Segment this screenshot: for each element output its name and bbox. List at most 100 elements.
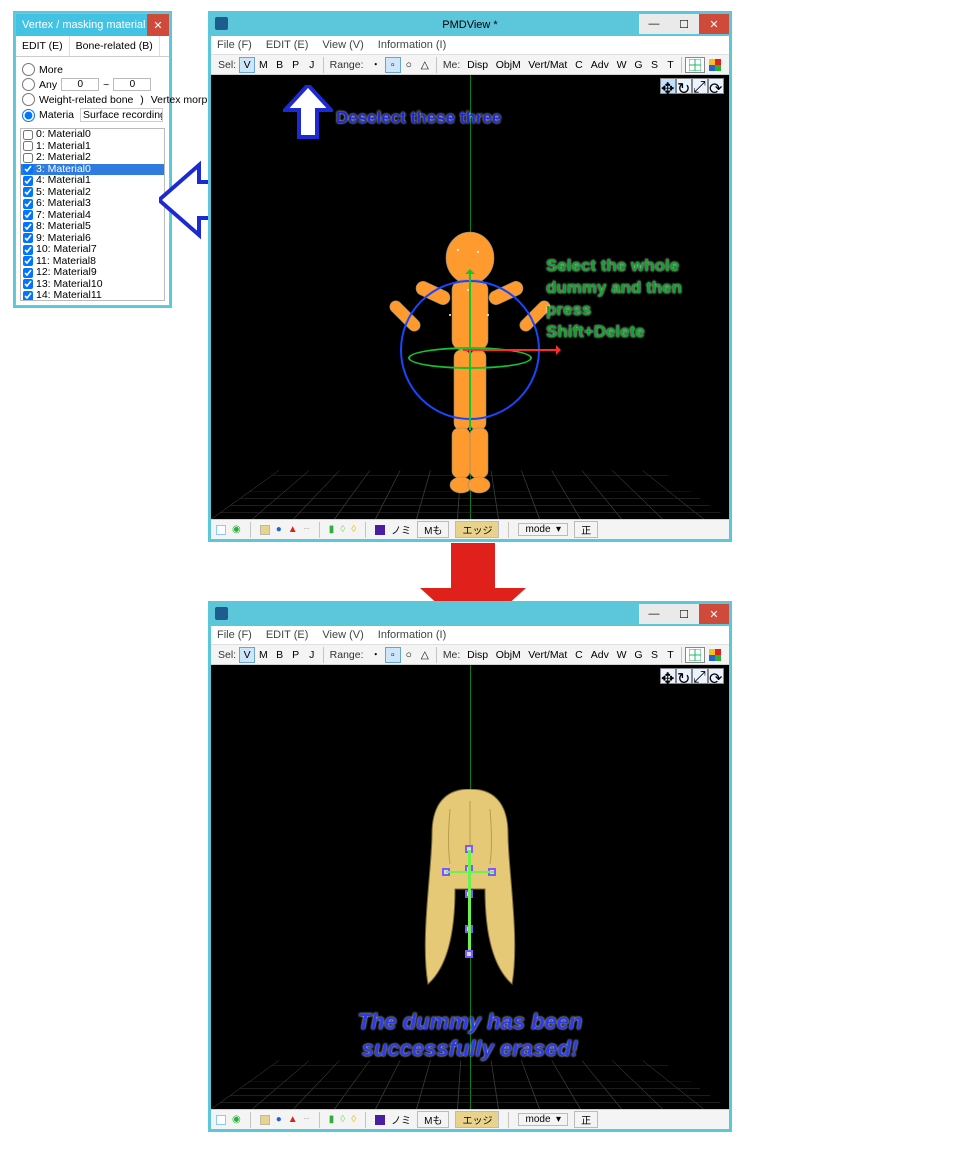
radio-more[interactable] bbox=[22, 63, 35, 76]
vertex-window-titlebar[interactable]: Vertex / masking material ✕ bbox=[16, 14, 169, 36]
minimize-button[interactable]: — bbox=[639, 14, 669, 34]
toolbar-range-1[interactable]: ▫ bbox=[385, 57, 401, 73]
pmdview-titlebar[interactable]: PMDView * — ☐ ✕ bbox=[211, 14, 729, 36]
status-wire-icon[interactable]: ┈ bbox=[304, 524, 310, 535]
menu-edit[interactable]: EDIT (E) bbox=[266, 39, 309, 51]
material-row[interactable]: 8: Material5 bbox=[21, 221, 164, 233]
pmdview-viewport-2[interactable]: ✥ ↻ ⤢ ⟳ The dumm bbox=[211, 665, 729, 1109]
status-tri-red[interactable]: ▲ bbox=[288, 524, 298, 535]
material-checkbox[interactable] bbox=[23, 176, 33, 186]
status-mode[interactable]: mode ▾ bbox=[518, 1113, 568, 1126]
menu-info-2[interactable]: Information (I) bbox=[378, 629, 446, 641]
status-edge[interactable]: エッジ bbox=[455, 1111, 499, 1128]
material-row[interactable]: 4: Material1 bbox=[21, 175, 164, 187]
material-row[interactable]: 10: Material7 bbox=[21, 244, 164, 256]
status-dot-blue[interactable]: ● bbox=[276, 1114, 282, 1125]
status-icon-1[interactable] bbox=[216, 525, 226, 535]
material-checkbox[interactable] bbox=[23, 141, 33, 151]
menu-info[interactable]: Information (I) bbox=[378, 39, 446, 51]
camera-move-icon[interactable]: ✥ bbox=[660, 78, 676, 94]
toolbar-sel-B[interactable]: B bbox=[272, 647, 288, 663]
material-checkbox[interactable] bbox=[23, 233, 33, 243]
material-row[interactable]: 12: Material9 bbox=[21, 267, 164, 279]
status-nomi[interactable]: ノミ bbox=[391, 1112, 411, 1127]
toolbar-color-icon[interactable] bbox=[705, 647, 725, 663]
toolbar-sel-J[interactable]: J bbox=[304, 57, 320, 73]
status-icon-2[interactable] bbox=[260, 525, 270, 535]
material-checkbox[interactable] bbox=[23, 210, 33, 220]
status-dot-blue[interactable]: ● bbox=[276, 524, 282, 535]
status-purple[interactable] bbox=[375, 1115, 385, 1125]
radio-any[interactable] bbox=[22, 78, 35, 91]
toolbar-group-Adv[interactable]: Adv bbox=[587, 647, 613, 663]
tab-edit[interactable]: EDIT (E) bbox=[16, 36, 70, 56]
status-dot-green[interactable]: ◉ bbox=[232, 524, 241, 535]
status-mode[interactable]: mode ▾ bbox=[518, 523, 568, 536]
camera-zoom-icon[interactable]: ⤢ bbox=[692, 78, 708, 94]
toolbar-group-Vert/Mat[interactable]: Vert/Mat bbox=[525, 647, 571, 663]
status-light-green[interactable]: ◊ bbox=[340, 1114, 345, 1125]
material-checkbox[interactable] bbox=[23, 222, 33, 232]
toolbar-sel-V[interactable]: V bbox=[239, 647, 255, 663]
material-checkbox[interactable] bbox=[23, 245, 33, 255]
menu-view-2[interactable]: View (V) bbox=[322, 629, 363, 641]
status-yellow[interactable]: ◊ bbox=[351, 1114, 356, 1125]
transform-gizmo[interactable] bbox=[400, 280, 540, 420]
status-square[interactable]: 正 bbox=[574, 521, 598, 538]
status-yellow[interactable]: ◊ bbox=[351, 524, 356, 535]
any-from-input[interactable] bbox=[61, 78, 99, 91]
menu-file[interactable]: File (F) bbox=[217, 39, 252, 51]
material-list[interactable]: 0: Material01: Material12: Material23: M… bbox=[20, 128, 165, 301]
status-tri-red[interactable]: ▲ bbox=[288, 1114, 298, 1125]
toolbar-sel-V[interactable]: V bbox=[239, 57, 255, 73]
toolbar-sel-P[interactable]: P bbox=[288, 647, 304, 663]
close-button[interactable]: ✕ bbox=[699, 14, 729, 34]
material-checkbox[interactable] bbox=[23, 153, 33, 163]
camera-reset-icon-2[interactable]: ⟳ bbox=[708, 668, 724, 684]
status-edge[interactable]: エッジ bbox=[455, 521, 499, 538]
material-checkbox[interactable] bbox=[23, 164, 33, 174]
material-checkbox[interactable] bbox=[23, 291, 33, 301]
toolbar-group-S[interactable]: S bbox=[646, 57, 662, 73]
status-purple[interactable] bbox=[375, 525, 385, 535]
camera-move-icon-2[interactable]: ✥ bbox=[660, 668, 676, 684]
toolbar-group-Vert/Mat[interactable]: Vert/Mat bbox=[525, 57, 571, 73]
menu-view[interactable]: View (V) bbox=[322, 39, 363, 51]
toolbar-group-Disp[interactable]: Disp bbox=[463, 57, 492, 73]
pmdview-viewport[interactable]: ✥ ↻ ⤢ ⟳ bbox=[211, 75, 729, 519]
minimize-button-2[interactable]: — bbox=[639, 604, 669, 624]
toolbar-group-C[interactable]: C bbox=[571, 57, 587, 73]
status-light-green[interactable]: ◊ bbox=[340, 524, 345, 535]
menu-edit-2[interactable]: EDIT (E) bbox=[266, 629, 309, 641]
material-checkbox[interactable] bbox=[23, 199, 33, 209]
toolbar-range-1[interactable]: ▫ bbox=[385, 647, 401, 663]
vertex-close-button[interactable]: ✕ bbox=[147, 14, 169, 36]
toolbar-sel-M[interactable]: M bbox=[255, 57, 272, 73]
toolbar-group-G[interactable]: G bbox=[630, 647, 646, 663]
toolbar-sel-B[interactable]: B bbox=[272, 57, 288, 73]
toolbar-range-2[interactable]: ○ bbox=[401, 647, 417, 663]
toolbar-group-W[interactable]: W bbox=[613, 647, 631, 663]
camera-reset-icon[interactable]: ⟳ bbox=[708, 78, 724, 94]
maximize-button-2[interactable]: ☐ bbox=[669, 604, 699, 624]
toolbar-group-Adv[interactable]: Adv bbox=[587, 57, 613, 73]
toolbar-group-G[interactable]: G bbox=[630, 57, 646, 73]
toolbar-sel-P[interactable]: P bbox=[288, 57, 304, 73]
camera-zoom-icon-2[interactable]: ⤢ bbox=[692, 668, 708, 684]
close-button-2[interactable]: ✕ bbox=[699, 604, 729, 624]
status-dot-green[interactable]: ◉ bbox=[232, 1114, 241, 1125]
camera-rotate-icon[interactable]: ↻ bbox=[676, 78, 692, 94]
toolbar-range-3[interactable]: △ bbox=[417, 57, 433, 73]
menu-file-2[interactable]: File (F) bbox=[217, 629, 252, 641]
toolbar-group-Disp[interactable]: Disp bbox=[463, 647, 492, 663]
material-checkbox[interactable] bbox=[23, 130, 33, 140]
toolbar-group-ObjM[interactable]: ObjM bbox=[492, 57, 525, 73]
material-checkbox[interactable] bbox=[23, 187, 33, 197]
any-to-input[interactable] bbox=[113, 78, 151, 91]
status-rgb-icon[interactable]: ▮ bbox=[329, 524, 335, 535]
status-wire-icon[interactable]: ┈ bbox=[304, 1114, 310, 1125]
toolbar-group-T[interactable]: T bbox=[662, 647, 678, 663]
radio-weight[interactable] bbox=[22, 93, 35, 106]
toolbar-group-C[interactable]: C bbox=[571, 647, 587, 663]
toolbar-range-0[interactable]: ・ bbox=[367, 647, 385, 663]
